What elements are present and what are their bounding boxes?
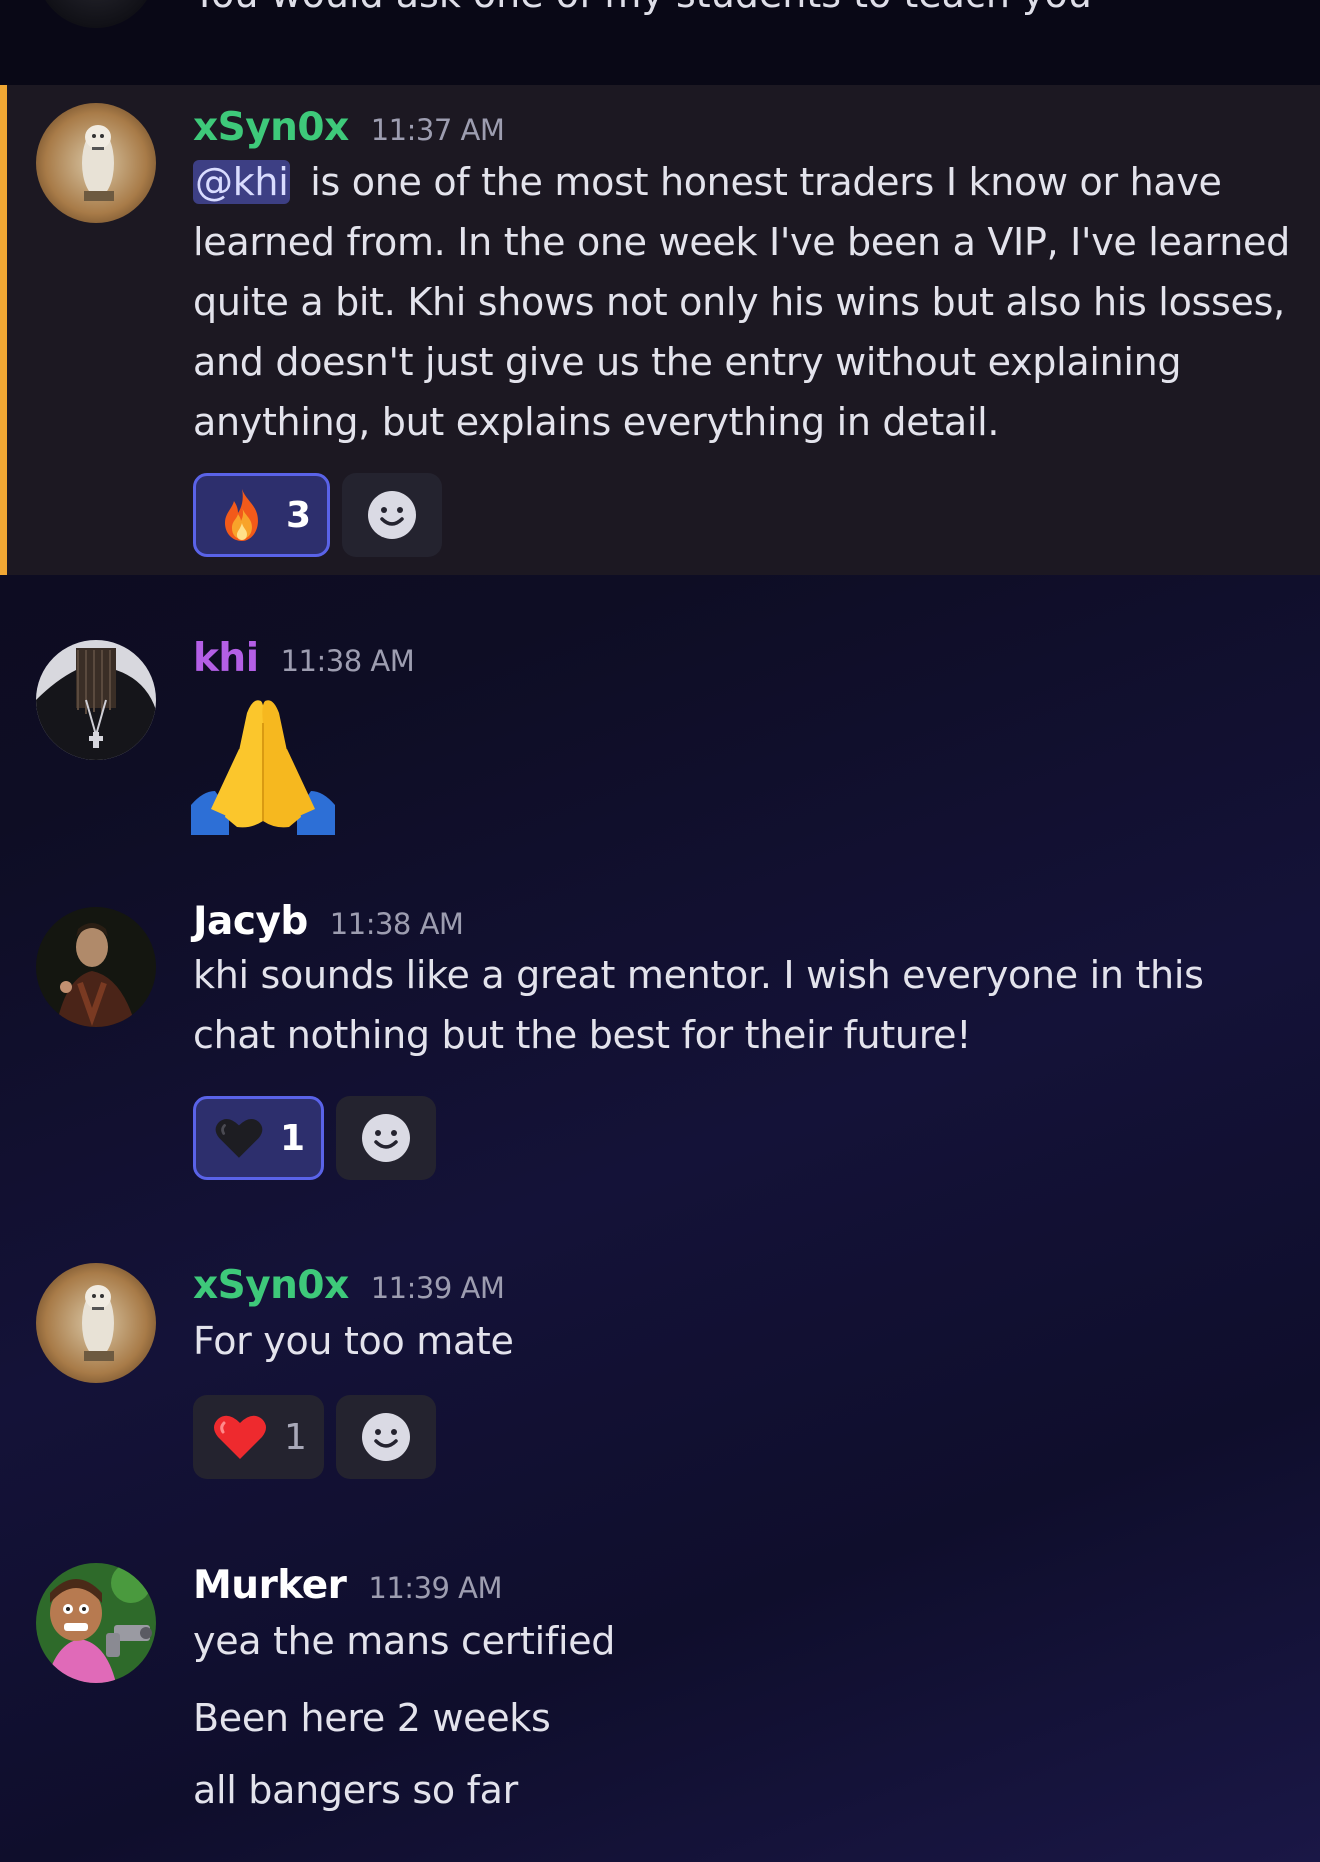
timestamp: 11:38 AM [280, 644, 415, 678]
message-line: yea the mans certified [193, 1619, 616, 1663]
previous-message: You would ask one of my students to teac… [0, 0, 1320, 85]
fire-emoji-icon [224, 489, 258, 541]
reaction-count: 1 [279, 1117, 305, 1159]
message-murker[interactable]: Murker 11:39 AM yea the mans certified Be… [0, 1555, 1320, 1862]
reaction-count: 3 [285, 494, 311, 536]
message-text: For you too mate [193, 1319, 514, 1363]
reaction-fire[interactable]: 3 [193, 473, 330, 557]
message-line: Been here 2 weeks [193, 1696, 551, 1740]
message-header: Murker 11:39 AM [193, 1563, 503, 1608]
add-reaction-smiley-icon [362, 1114, 410, 1162]
message-text: You would ask one of my students to teac… [193, 0, 1092, 18]
reactions-bar: 1 [193, 1096, 436, 1180]
message-header: khi 11:38 AM [193, 636, 415, 681]
message-header: xSyn0x 11:37 AM [193, 105, 505, 150]
message-xsyn0x-highlighted[interactable]: xSyn0x 11:37 AM @khi is one of the most h… [0, 85, 1320, 575]
reaction-count: 1 [284, 1416, 307, 1458]
avatar-xsyn0x[interactable] [36, 1263, 156, 1383]
reactions-bar: 1 [193, 1395, 436, 1479]
reactions-bar: 3 [193, 473, 442, 557]
timestamp: 11:39 AM [370, 1271, 505, 1305]
add-reaction-button[interactable] [336, 1096, 436, 1180]
user-mention[interactable]: @khi [193, 160, 291, 204]
message-body: is one of the most honest traders I know… [193, 160, 1290, 444]
add-reaction-button[interactable] [336, 1395, 436, 1479]
username[interactable]: Murker [193, 1563, 347, 1608]
timestamp: 11:38 AM [329, 907, 464, 941]
black-heart-emoji-icon [215, 1118, 263, 1158]
message-header: xSyn0x 11:39 AM [193, 1263, 505, 1308]
avatar[interactable] [36, 0, 156, 28]
timestamp: 11:37 AM [370, 113, 505, 147]
message-header: Jacyb 11:38 AM [193, 899, 464, 944]
add-reaction-smiley-icon [362, 1413, 410, 1461]
red-heart-emoji-icon [214, 1415, 267, 1459]
message-xsyn0x[interactable]: xSyn0x 11:39 AM For you too mate 1 [0, 1255, 1320, 1495]
username[interactable]: khi [193, 636, 259, 681]
message-jacyb[interactable]: Jacyb 11:38 AM khi sounds like a great me… [0, 895, 1320, 1195]
add-reaction-button[interactable] [342, 473, 442, 557]
avatar-khi[interactable] [36, 640, 156, 760]
username[interactable]: xSyn0x [193, 105, 349, 150]
avatar-jacyb[interactable] [36, 907, 156, 1027]
username[interactable]: Jacyb [193, 899, 308, 944]
message-text: khi sounds like a great mentor. I wish e… [193, 953, 1204, 1057]
avatar-murker[interactable] [36, 1563, 156, 1683]
timestamp: 11:39 AM [368, 1571, 503, 1605]
message-text: @khi is one of the most honest traders I… [193, 152, 1293, 452]
reaction-black-heart[interactable]: 1 [193, 1096, 324, 1180]
message-khi[interactable]: khi 11:38 AM [0, 620, 1320, 840]
add-reaction-smiley-icon [368, 491, 416, 539]
mention-highlight-bar [0, 85, 7, 575]
username[interactable]: xSyn0x [193, 1263, 349, 1308]
folded-hands-emoji [191, 700, 335, 835]
message-line: all bangers so far [193, 1768, 518, 1812]
avatar-xsyn0x[interactable] [36, 103, 156, 223]
reaction-red-heart[interactable]: 1 [193, 1395, 324, 1479]
